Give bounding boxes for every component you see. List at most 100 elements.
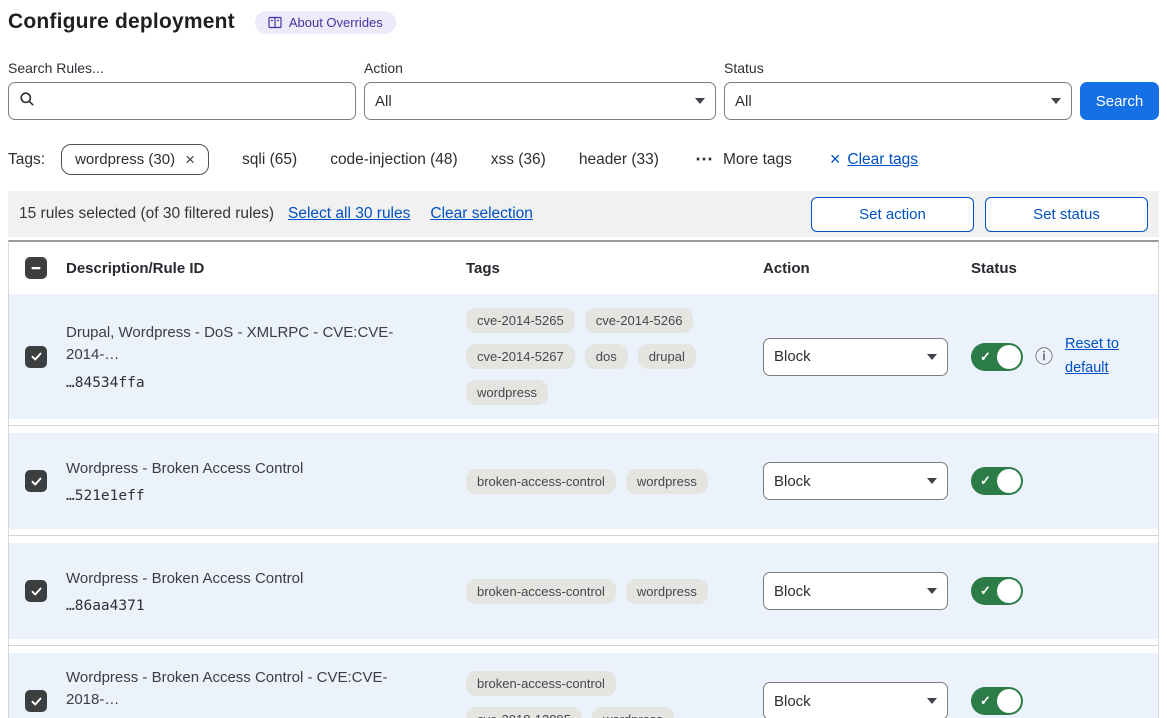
row-checkbox[interactable] — [25, 346, 47, 368]
check-icon: ✓ — [980, 349, 991, 365]
tags-label: Tags: — [8, 151, 45, 169]
tag-pill: wordpress — [592, 707, 674, 718]
set-status-button[interactable]: Set status — [985, 197, 1148, 232]
search-rules-label: Search Rules... — [8, 60, 356, 76]
rule-id: …84534ffa — [66, 375, 458, 391]
status-filter-label: Status — [724, 60, 1072, 76]
ellipsis-icon: ⋯ — [695, 149, 714, 170]
table-row: Wordpress - Broken Access Control …86aa4… — [9, 543, 1158, 639]
chevron-down-icon — [695, 98, 705, 104]
rule-description: Drupal, Wordpress - DoS - XMLRPC - CVE:C… — [66, 322, 458, 366]
tag-options: sqli (65) code-injection (48) xss (36) head… — [209, 151, 659, 169]
rule-action-value: Block — [774, 693, 811, 710]
rules-table: Description/Rule ID Tags Action Status D… — [8, 240, 1159, 718]
about-overrides-label: About Overrides — [289, 15, 383, 30]
selection-summary: 15 rules selected (of 30 filtered rules) — [19, 205, 274, 223]
clear-selection-link[interactable]: Clear selection — [430, 205, 533, 223]
select-all-checkbox[interactable] — [25, 257, 47, 279]
tag-pill: drupal — [638, 344, 696, 369]
tag-pill: dos — [585, 344, 628, 369]
tag-pill: cve-2018-12895 — [466, 707, 582, 718]
table-row: Wordpress - Broken Access Control …521e1… — [9, 433, 1158, 529]
page-title: Configure deployment — [8, 10, 235, 34]
search-button[interactable]: Search — [1080, 82, 1159, 120]
tag-pill: broken-access-control — [466, 671, 616, 696]
toggle-knob — [997, 345, 1021, 369]
tag-pill: cve-2014-5265 — [466, 308, 575, 333]
row-separator — [9, 529, 1158, 543]
check-icon — [30, 585, 43, 598]
chevron-down-icon — [927, 588, 937, 594]
table-row: Wordpress - Broken Access Control - CVE:… — [9, 653, 1158, 718]
toggle-knob — [997, 469, 1021, 493]
rule-status-toggle[interactable]: ✓ — [971, 467, 1023, 495]
rule-status-toggle[interactable]: ✓ — [971, 577, 1023, 605]
clear-tags-label: Clear tags — [847, 151, 918, 169]
tag-option[interactable]: xss (36) — [491, 151, 546, 168]
check-icon — [30, 475, 43, 488]
search-rules-field[interactable] — [8, 82, 356, 120]
rule-id: …521e1eff — [66, 488, 458, 504]
selected-tag-wordpress[interactable]: wordpress (30) × — [61, 144, 209, 175]
rule-action-value: Block — [774, 583, 811, 600]
row-checkbox[interactable] — [25, 470, 47, 492]
check-icon — [30, 350, 43, 363]
configure-deployment-page: Configure deployment About Overrides Sea… — [0, 0, 1167, 718]
check-icon: ✓ — [980, 473, 991, 489]
row-checkbox[interactable] — [25, 580, 47, 602]
chevron-down-icon — [927, 478, 937, 484]
clear-tags-button[interactable]: × Clear tags — [830, 149, 918, 170]
row-checkbox[interactable] — [25, 690, 47, 712]
action-filter-select[interactable]: All — [364, 82, 716, 120]
rule-action-select[interactable]: Block — [763, 572, 948, 610]
column-header-action: Action — [755, 260, 963, 277]
check-icon: ✓ — [980, 583, 991, 599]
more-tags-button[interactable]: ⋯ More tags — [695, 149, 792, 170]
chevron-down-icon — [1051, 98, 1061, 104]
tag-option[interactable]: code-injection (48) — [330, 151, 458, 168]
more-tags-label: More tags — [723, 151, 792, 169]
column-header-status: Status — [963, 260, 1158, 277]
rule-status-toggle[interactable]: ✓ — [971, 343, 1023, 371]
filter-bar: Search Rules... Action All Status All — [8, 60, 1159, 120]
rule-action-select[interactable]: Block — [763, 682, 948, 718]
rule-action-select[interactable]: Block — [763, 462, 948, 500]
tag-pill: wordpress — [626, 469, 708, 494]
check-icon — [30, 695, 43, 708]
column-header-tags: Tags — [458, 260, 755, 277]
status-filter-select[interactable]: All — [724, 82, 1072, 120]
info-icon[interactable]: ⓘ — [1035, 348, 1053, 366]
remove-tag-icon[interactable]: × — [185, 151, 195, 168]
tag-pill: broken-access-control — [466, 579, 616, 604]
chevron-down-icon — [927, 698, 937, 704]
table-header-row: Description/Rule ID Tags Action Status — [9, 242, 1158, 294]
reset-to-default-link[interactable]: Reset to default — [1065, 333, 1129, 379]
rule-action-select[interactable]: Block — [763, 338, 948, 376]
tag-pill: cve-2014-5267 — [466, 344, 575, 369]
check-icon: ✓ — [980, 693, 991, 709]
selected-tag-label: wordpress (30) — [75, 151, 175, 168]
indeterminate-icon — [30, 262, 42, 274]
rule-description: Wordpress - Broken Access Control - CVE:… — [66, 667, 458, 711]
tag-option[interactable]: sqli (65) — [242, 151, 297, 168]
rule-status-toggle[interactable]: ✓ — [971, 687, 1023, 715]
row-separator — [9, 639, 1158, 653]
select-all-rules-link[interactable]: Select all 30 rules — [288, 205, 410, 223]
search-rules-input[interactable] — [43, 93, 345, 110]
toggle-knob — [997, 579, 1021, 603]
toggle-knob — [997, 689, 1021, 713]
tags-bar: Tags: wordpress (30) × sqli (65) code-inj… — [8, 144, 1159, 175]
tag-pill: wordpress — [466, 380, 548, 405]
rule-id: …86aa4371 — [66, 598, 458, 614]
row-separator — [9, 419, 1158, 433]
rule-description: Wordpress - Broken Access Control — [66, 568, 458, 590]
tag-option[interactable]: header (33) — [579, 151, 659, 168]
status-filter-value: All — [735, 93, 752, 110]
search-icon — [19, 91, 35, 111]
selection-bar: 15 rules selected (of 30 filtered rules)… — [8, 191, 1159, 237]
action-filter-value: All — [375, 93, 392, 110]
about-overrides-badge[interactable]: About Overrides — [255, 11, 396, 34]
column-header-description: Description/Rule ID — [58, 260, 458, 277]
set-action-button[interactable]: Set action — [811, 197, 974, 232]
page-header: Configure deployment About Overrides — [8, 10, 1159, 34]
